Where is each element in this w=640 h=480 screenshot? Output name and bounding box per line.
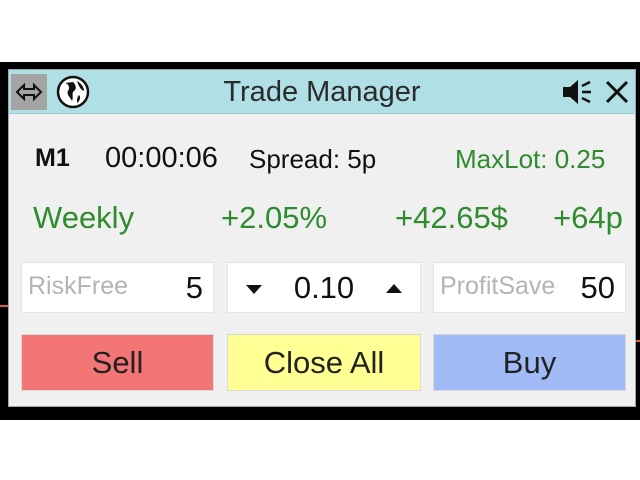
riskfree-value[interactable]: 5 — [186, 270, 203, 306]
lot-size-stepper[interactable]: 0.10 — [227, 262, 421, 313]
buy-button[interactable]: Buy — [433, 334, 626, 391]
profit-percent: +2.05% — [221, 200, 328, 235]
maxlot-label: MaxLot: 0.25 — [455, 144, 606, 174]
profitsave-input[interactable]: ProfitSave 50 — [433, 262, 626, 313]
title-bar[interactable]: Trade Manager — [9, 70, 635, 114]
close-all-button[interactable]: Close All — [227, 334, 421, 391]
close-icon[interactable] — [599, 74, 635, 110]
riskfree-input[interactable]: RiskFree 5 — [21, 262, 214, 313]
window-title: Trade Manager — [223, 75, 421, 108]
timeframe-label: M1 — [35, 144, 70, 172]
profit-pips: +64p — [553, 200, 623, 235]
trade-manager-panel: Trade Manager M1 00:00:06 Spread: 5p Max… — [8, 69, 636, 407]
bar-timer: 00:00:06 — [105, 142, 218, 174]
riskfree-label: RiskFree — [28, 272, 129, 300]
profit-money: +42.65$ — [395, 200, 508, 235]
profitsave-label: ProfitSave — [440, 272, 556, 300]
lot-increase-arrow-icon[interactable] — [382, 277, 406, 301]
profitsave-value[interactable]: 50 — [581, 270, 615, 306]
speaker-icon[interactable] — [557, 74, 597, 110]
globe-icon[interactable] — [53, 74, 93, 110]
period-label: Weekly — [33, 200, 135, 235]
move-arrows-icon[interactable] — [11, 74, 47, 110]
sell-button[interactable]: Sell — [21, 334, 214, 391]
spread-label: Spread: 5p — [249, 144, 377, 174]
